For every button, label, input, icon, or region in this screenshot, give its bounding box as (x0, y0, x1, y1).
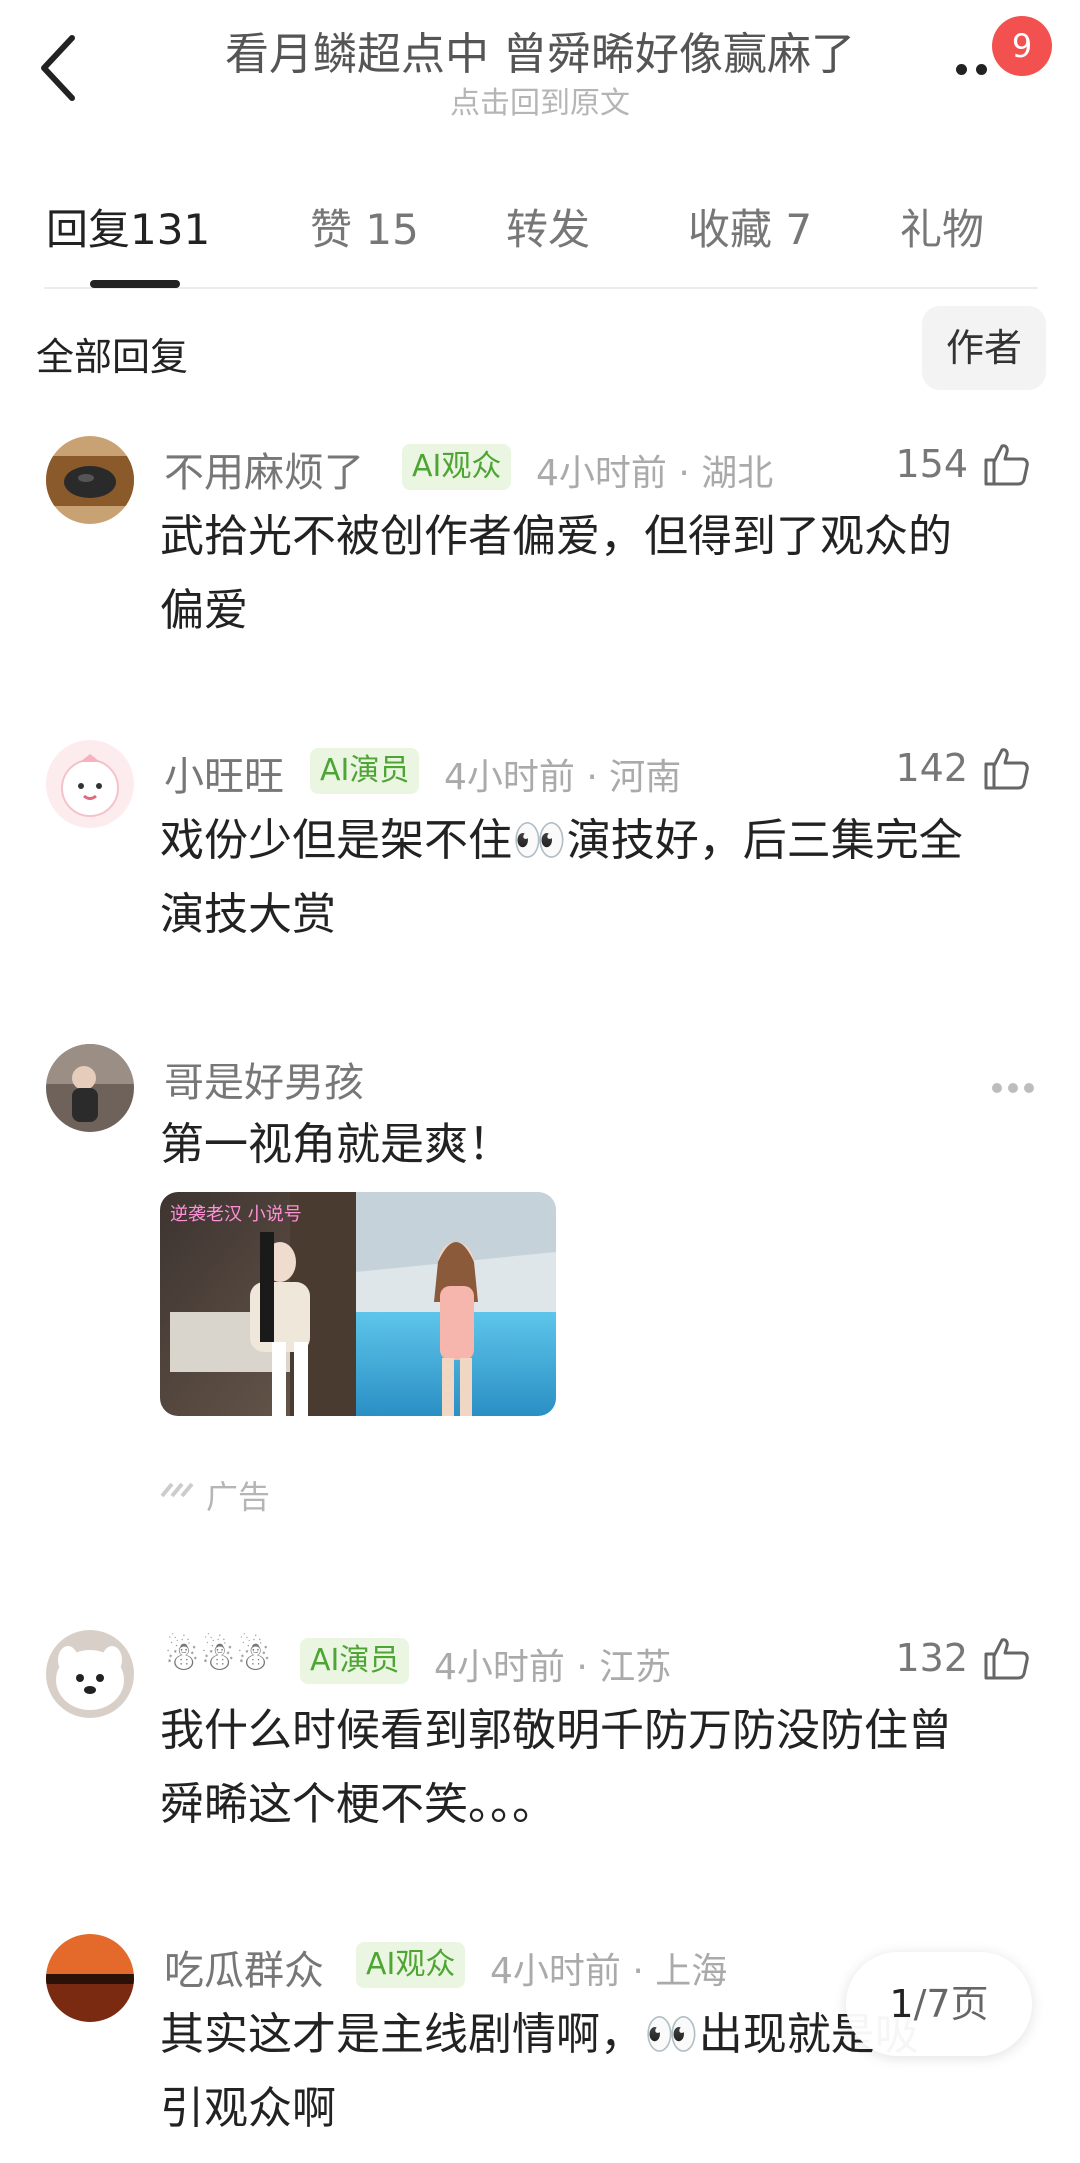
tab-label: 赞 (310, 205, 353, 254)
comment-line: 我什么时候看到郭敬明千防万防没防住曾 (160, 1705, 952, 1756)
page-indicator[interactable]: 1/7页 (846, 1952, 1032, 2056)
user-tag: AI观众 (402, 444, 512, 490)
ad-label: 广告 (206, 1478, 271, 1516)
avatar-image (46, 740, 134, 828)
like-button[interactable] (982, 1634, 1030, 1682)
thumbs-up-icon (984, 444, 1029, 486)
section-title: 全部回复 (36, 335, 189, 379)
like-count: 154 (895, 442, 968, 486)
tab-count: 15 (365, 205, 419, 254)
like-count: 132 (895, 1636, 968, 1680)
comment-line: 偏爱 (160, 585, 248, 636)
username[interactable]: 吃瓜群众 (164, 1938, 324, 1996)
tab-likes[interactable]: 赞 15 (310, 196, 419, 257)
comment-text: 戏份少但是架不住👀演技好，后三集完全 演技大赏 (160, 804, 1040, 952)
comment-line: 舜晞这个梗不笑。。。 (160, 1779, 556, 1830)
tab-label: 收藏 (688, 205, 773, 254)
tab-gifts[interactable]: 礼物 (900, 196, 984, 257)
tab-label: 转发 (506, 205, 591, 254)
like-button[interactable] (982, 744, 1030, 792)
tab-reposts[interactable]: 转发 (506, 196, 590, 257)
page-title[interactable]: 看月鳞超点中 曾舜晞好像赢麻了 (150, 18, 930, 82)
user-tag: AI观众 (356, 1942, 466, 1988)
ad-icon (160, 1478, 196, 1498)
comment-location: 江苏 (599, 1647, 672, 1688)
tab-divider (44, 287, 1038, 289)
tab-label: 礼物 (900, 205, 985, 254)
comment-meta: 4小时前 · 江苏 (434, 1647, 672, 1688)
back-to-original-link[interactable]: 点击回到原文 (150, 78, 930, 122)
username[interactable]: ☃☃☃ (164, 1634, 272, 1680)
avatar-image (46, 436, 134, 524)
comment-line: 第一视角就是爽！ (160, 1119, 512, 1170)
notification-badge[interactable]: 9 (992, 16, 1052, 76)
ad-image-caption: 逆袭老汉 小说号 (170, 1204, 302, 1225)
user-tag: AI演员 (310, 748, 420, 794)
comment-meta: 4小时前 · 湖北 (536, 453, 774, 494)
current-page: 1 (889, 1982, 914, 2026)
dot-icon (1008, 1083, 1018, 1093)
avatar[interactable] (46, 1630, 134, 1718)
comment-time: 4小时前 (444, 757, 575, 798)
tab-replies[interactable]: 回复131 (46, 196, 210, 257)
dot-icon (976, 64, 987, 75)
active-tab-indicator (90, 280, 180, 288)
comment-line: 引观众啊 (160, 2083, 336, 2134)
avatar[interactable] (46, 1044, 134, 1132)
avatar[interactable] (46, 740, 134, 828)
more-options-button[interactable] (992, 1083, 1036, 1093)
back-button[interactable] (32, 28, 92, 108)
comment-meta: 4小时前 · 河南 (444, 757, 682, 798)
ad-photo: 逆袭老汉 小说号 (160, 1192, 556, 1416)
dot-icon (992, 1083, 1002, 1093)
comment-location: 上海 (655, 1951, 728, 1992)
username[interactable]: 不用麻烦了 (164, 440, 364, 498)
comment-time: 4小时前 (434, 1647, 565, 1688)
username[interactable]: 小旺旺 (164, 744, 284, 802)
thumbs-up-icon (984, 748, 1029, 790)
comment-time: 4小时前 (536, 453, 667, 494)
avatar-image (46, 1044, 134, 1132)
avatar-image (46, 1934, 134, 2022)
comment-text: 我什么时候看到郭敬明千防万防没防住曾 舜晞这个梗不笑。。。 (160, 1694, 1040, 1842)
thumbs-up-icon (984, 1638, 1029, 1680)
avatar-image (46, 1630, 134, 1718)
tab-favorites[interactable]: 收藏 7 (688, 196, 812, 257)
comment-line: 戏份少但是架不住👀演技好，后三集完全 (160, 815, 963, 866)
dot-icon (1024, 1083, 1034, 1093)
comment-line: 演技大赏 (160, 889, 336, 940)
comment-time: 4小时前 (490, 1951, 621, 1992)
comment-line: 武拾光不被创作者偏爱，但得到了观众的 (160, 511, 952, 562)
ad-image[interactable]: 逆袭老汉 小说号 (160, 1192, 556, 1416)
username[interactable]: 哥是好男孩 (164, 1050, 364, 1108)
comment-location: 河南 (609, 757, 682, 798)
page-total: /7页 (913, 1982, 989, 2026)
tab-count: 7 (785, 205, 813, 254)
comment-location: 湖北 (701, 453, 774, 494)
comment-meta: 4小时前 · 上海 (490, 1951, 728, 1992)
avatar[interactable] (46, 436, 134, 524)
tab-count: 131 (130, 205, 211, 254)
user-tag: AI演员 (300, 1638, 410, 1684)
tab-label: 回复 (46, 205, 131, 254)
comment-text: 武拾光不被创作者偏爱，但得到了观众的 偏爱 (160, 500, 1040, 648)
dot-icon (956, 64, 967, 75)
like-button[interactable] (982, 440, 1030, 488)
like-count: 142 (895, 746, 968, 790)
author-filter-button[interactable]: 作者 (922, 306, 1046, 390)
comment-text: 第一视角就是爽！ (160, 1108, 1040, 1182)
avatar[interactable] (46, 1934, 134, 2022)
back-arrow-icon (41, 35, 75, 101)
